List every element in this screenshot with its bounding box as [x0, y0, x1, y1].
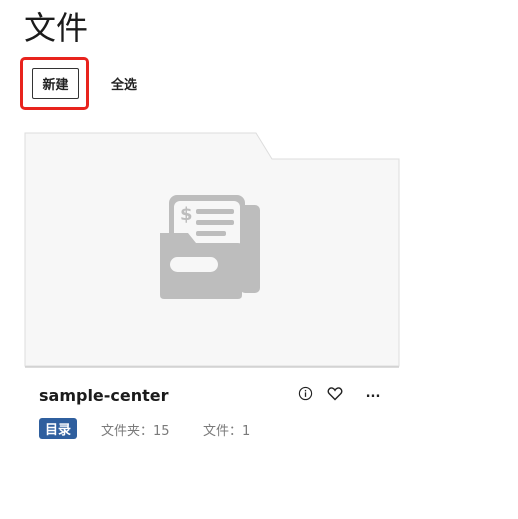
heart-icon[interactable] — [324, 382, 346, 404]
new-button[interactable]: 新建 — [32, 68, 79, 99]
folder-count: 文件夹：15 — [101, 424, 170, 439]
svg-text:$: $ — [180, 204, 193, 225]
document-invoice-icon: $ — [160, 195, 260, 299]
directory-tag: 目录 — [39, 418, 78, 439]
page-title: 文件 — [24, 9, 89, 47]
select-all-button[interactable]: 全选 — [103, 68, 145, 99]
more-icon[interactable]: ... — [362, 382, 384, 404]
file-count: 文件：1 — [203, 424, 251, 439]
folder-name[interactable]: sample-center — [39, 386, 169, 405]
info-icon[interactable] — [294, 382, 316, 404]
folder-card[interactable]: $ — [24, 132, 400, 368]
